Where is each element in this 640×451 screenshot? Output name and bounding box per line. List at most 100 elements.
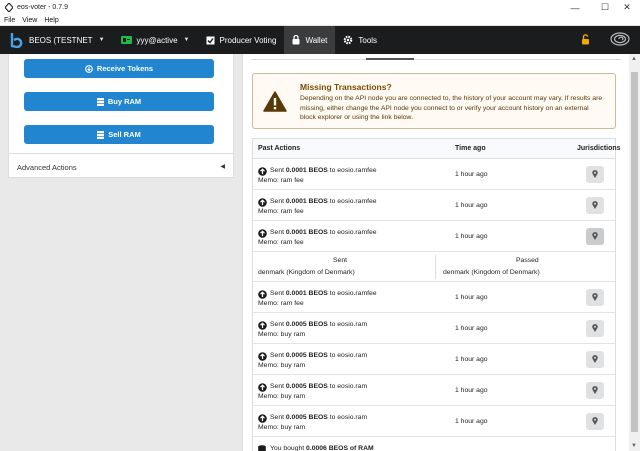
menu-file[interactable]: File [4,17,15,24]
scroll-down-arrow-icon[interactable]: ▼ [631,443,637,449]
active-tab-indicator [366,58,414,60]
vertical-scrollbar[interactable]: ▲ ▼ [629,54,640,451]
action-prefix: Sent [270,352,286,359]
map-marker-icon [592,385,598,396]
jurisdiction-button[interactable] [586,228,604,245]
receive-tokens-button[interactable]: Receive Tokens [24,59,214,78]
map-marker-icon [592,323,598,334]
table-row: Sent 0.0001 BEOS to eosio.ramfee Memo: ra… [253,282,615,313]
tab-wallet[interactable]: Wallet [284,26,336,54]
map-marker-icon [592,292,598,303]
jurisdiction-button[interactable] [586,320,604,337]
table-row: Sent 0.0005 BEOS to eosio.ram Memo: buy r… [253,344,615,375]
advanced-actions-toggle[interactable]: Advanced Actions [17,163,77,172]
action-time: 1 hour ago [455,356,488,363]
action-prefix: Sent [270,414,286,421]
action-description: Sent 0.0001 BEOS to eosio.ramfee [270,167,377,174]
jurisdiction-button[interactable] [586,413,604,430]
sell-ram-label: Sell RAM [108,130,141,139]
receive-tokens-label: Receive Tokens [96,64,154,73]
network-status-icon [610,32,630,48]
action-description: Sent 0.0005 BEOS to eosio.ram [270,383,367,390]
action-memo: Memo: buy ram [258,331,306,338]
network-status-button[interactable] [602,26,640,54]
action-amount: 0.0005 BEOS [285,414,328,421]
action-description: Sent 0.0001 BEOS to eosio.ramfee [270,229,377,236]
app-icon [4,3,13,12]
sell-ram-button[interactable]: Sell RAM [24,125,214,144]
account-label: yyy@active [136,35,178,45]
header-past-actions: Past Actions [258,145,301,152]
action-description: Sent 0.0005 BEOS to eosio.ram [270,352,367,359]
action-recipient: to eosio.ramfee [327,198,377,205]
map-marker-icon [592,169,598,180]
map-marker-icon [592,200,598,211]
minimize-button[interactable]: — [560,0,590,15]
action-prefix: Sent [270,321,286,328]
action-amount: 0.0001 BEOS [285,290,328,297]
action-prefix: Sent [270,167,286,174]
tab-producer-voting[interactable]: Producer Voting [198,26,285,54]
receive-icon [85,64,93,73]
action-description: Sent 0.0001 BEOS to eosio.ramfee [270,198,377,205]
action-amount: 0.0006 BEOS of RAM [306,445,374,451]
action-memo: Memo: buy ram [258,393,306,400]
action-recipient: to eosio.ramfee [327,167,377,174]
jurisdiction-button[interactable] [586,197,604,214]
header-time-ago: Time ago [455,145,486,152]
jurisdiction-button[interactable] [586,166,604,183]
top-navbar: BEOS (TESTNET ▼ yyy@active ▼ Producer Vo… [0,26,640,54]
tab-divider [251,59,621,60]
action-description: Sent 0.0005 BEOS to eosio.ram [270,321,367,328]
menu-view[interactable]: View [22,17,37,24]
jurisdiction-button[interactable] [586,351,604,368]
action-time: 1 hour ago [455,171,488,178]
menu-help[interactable]: Help [44,17,58,24]
action-recipient: to eosio.ram [327,321,368,328]
action-description: Sent 0.0005 BEOS to eosio.ram [270,414,367,421]
action-prefix: You bought [270,445,307,451]
action-recipient: to eosio.ramfee [327,290,377,297]
jurisdiction-button[interactable] [586,382,604,399]
action-amount: 0.0005 BEOS [285,383,328,390]
action-time: 1 hour ago [455,387,488,394]
action-memo: Memo: ram fee [258,300,304,307]
action-memo: Memo: ram fee [258,177,304,184]
action-recipient: to eosio.ramfee [327,229,377,236]
chevron-down-icon: ▼ [98,37,105,43]
map-marker-icon [592,354,598,365]
scrollbar-thumb[interactable] [631,72,638,432]
chain-selector[interactable]: BEOS (TESTNET ▼ [0,26,113,54]
action-time: 1 hour ago [455,294,488,301]
menu-bar: File View Help [0,15,640,26]
main-content: Receive Tokens Buy RAM Sell RAM Advanced… [0,54,629,451]
jurisdiction-passed-value: denmark (Kingdom of Denmark) [443,269,540,276]
tab-producer-voting-label: Producer Voting [219,35,277,45]
tab-tools[interactable]: Tools [335,26,385,54]
action-amount: 0.0001 BEOS [285,198,328,205]
jurisdiction-button[interactable] [586,289,604,306]
action-memo: Memo: ram fee [258,208,304,215]
window-titlebar: eos-voter - 0.7.9 — ☐ ✕ [0,0,640,15]
check-square-icon [206,36,215,45]
action-prefix: Sent [270,290,286,297]
caret-left-icon[interactable]: ◀ [220,163,225,170]
buy-ram-button[interactable]: Buy RAM [24,92,214,111]
chevron-down-icon: ▼ [183,37,190,43]
close-button[interactable]: ✕ [612,0,640,15]
database-icon [97,130,105,139]
scroll-up-arrow-icon[interactable]: ▲ [631,56,637,62]
jurisdiction-sent-value: denmark (Kingdom of Denmark) [258,269,355,276]
map-marker-icon [592,416,598,427]
wallet-lock-button[interactable] [569,26,602,54]
history-panel: Missing Transactions? Depending on the A… [242,54,629,451]
tab-tools-label: Tools [358,35,378,45]
beos-logo-icon [10,32,24,48]
action-time: 1 hour ago [455,202,488,209]
map-marker-icon [592,231,598,242]
action-time: 1 hour ago [455,233,488,240]
chain-label: BEOS (TESTNET [29,35,93,45]
warning-title: Missing Transactions? [300,82,392,92]
account-selector[interactable]: yyy@active ▼ [113,26,198,54]
jurisdiction-sent-label: Sent [333,257,347,264]
